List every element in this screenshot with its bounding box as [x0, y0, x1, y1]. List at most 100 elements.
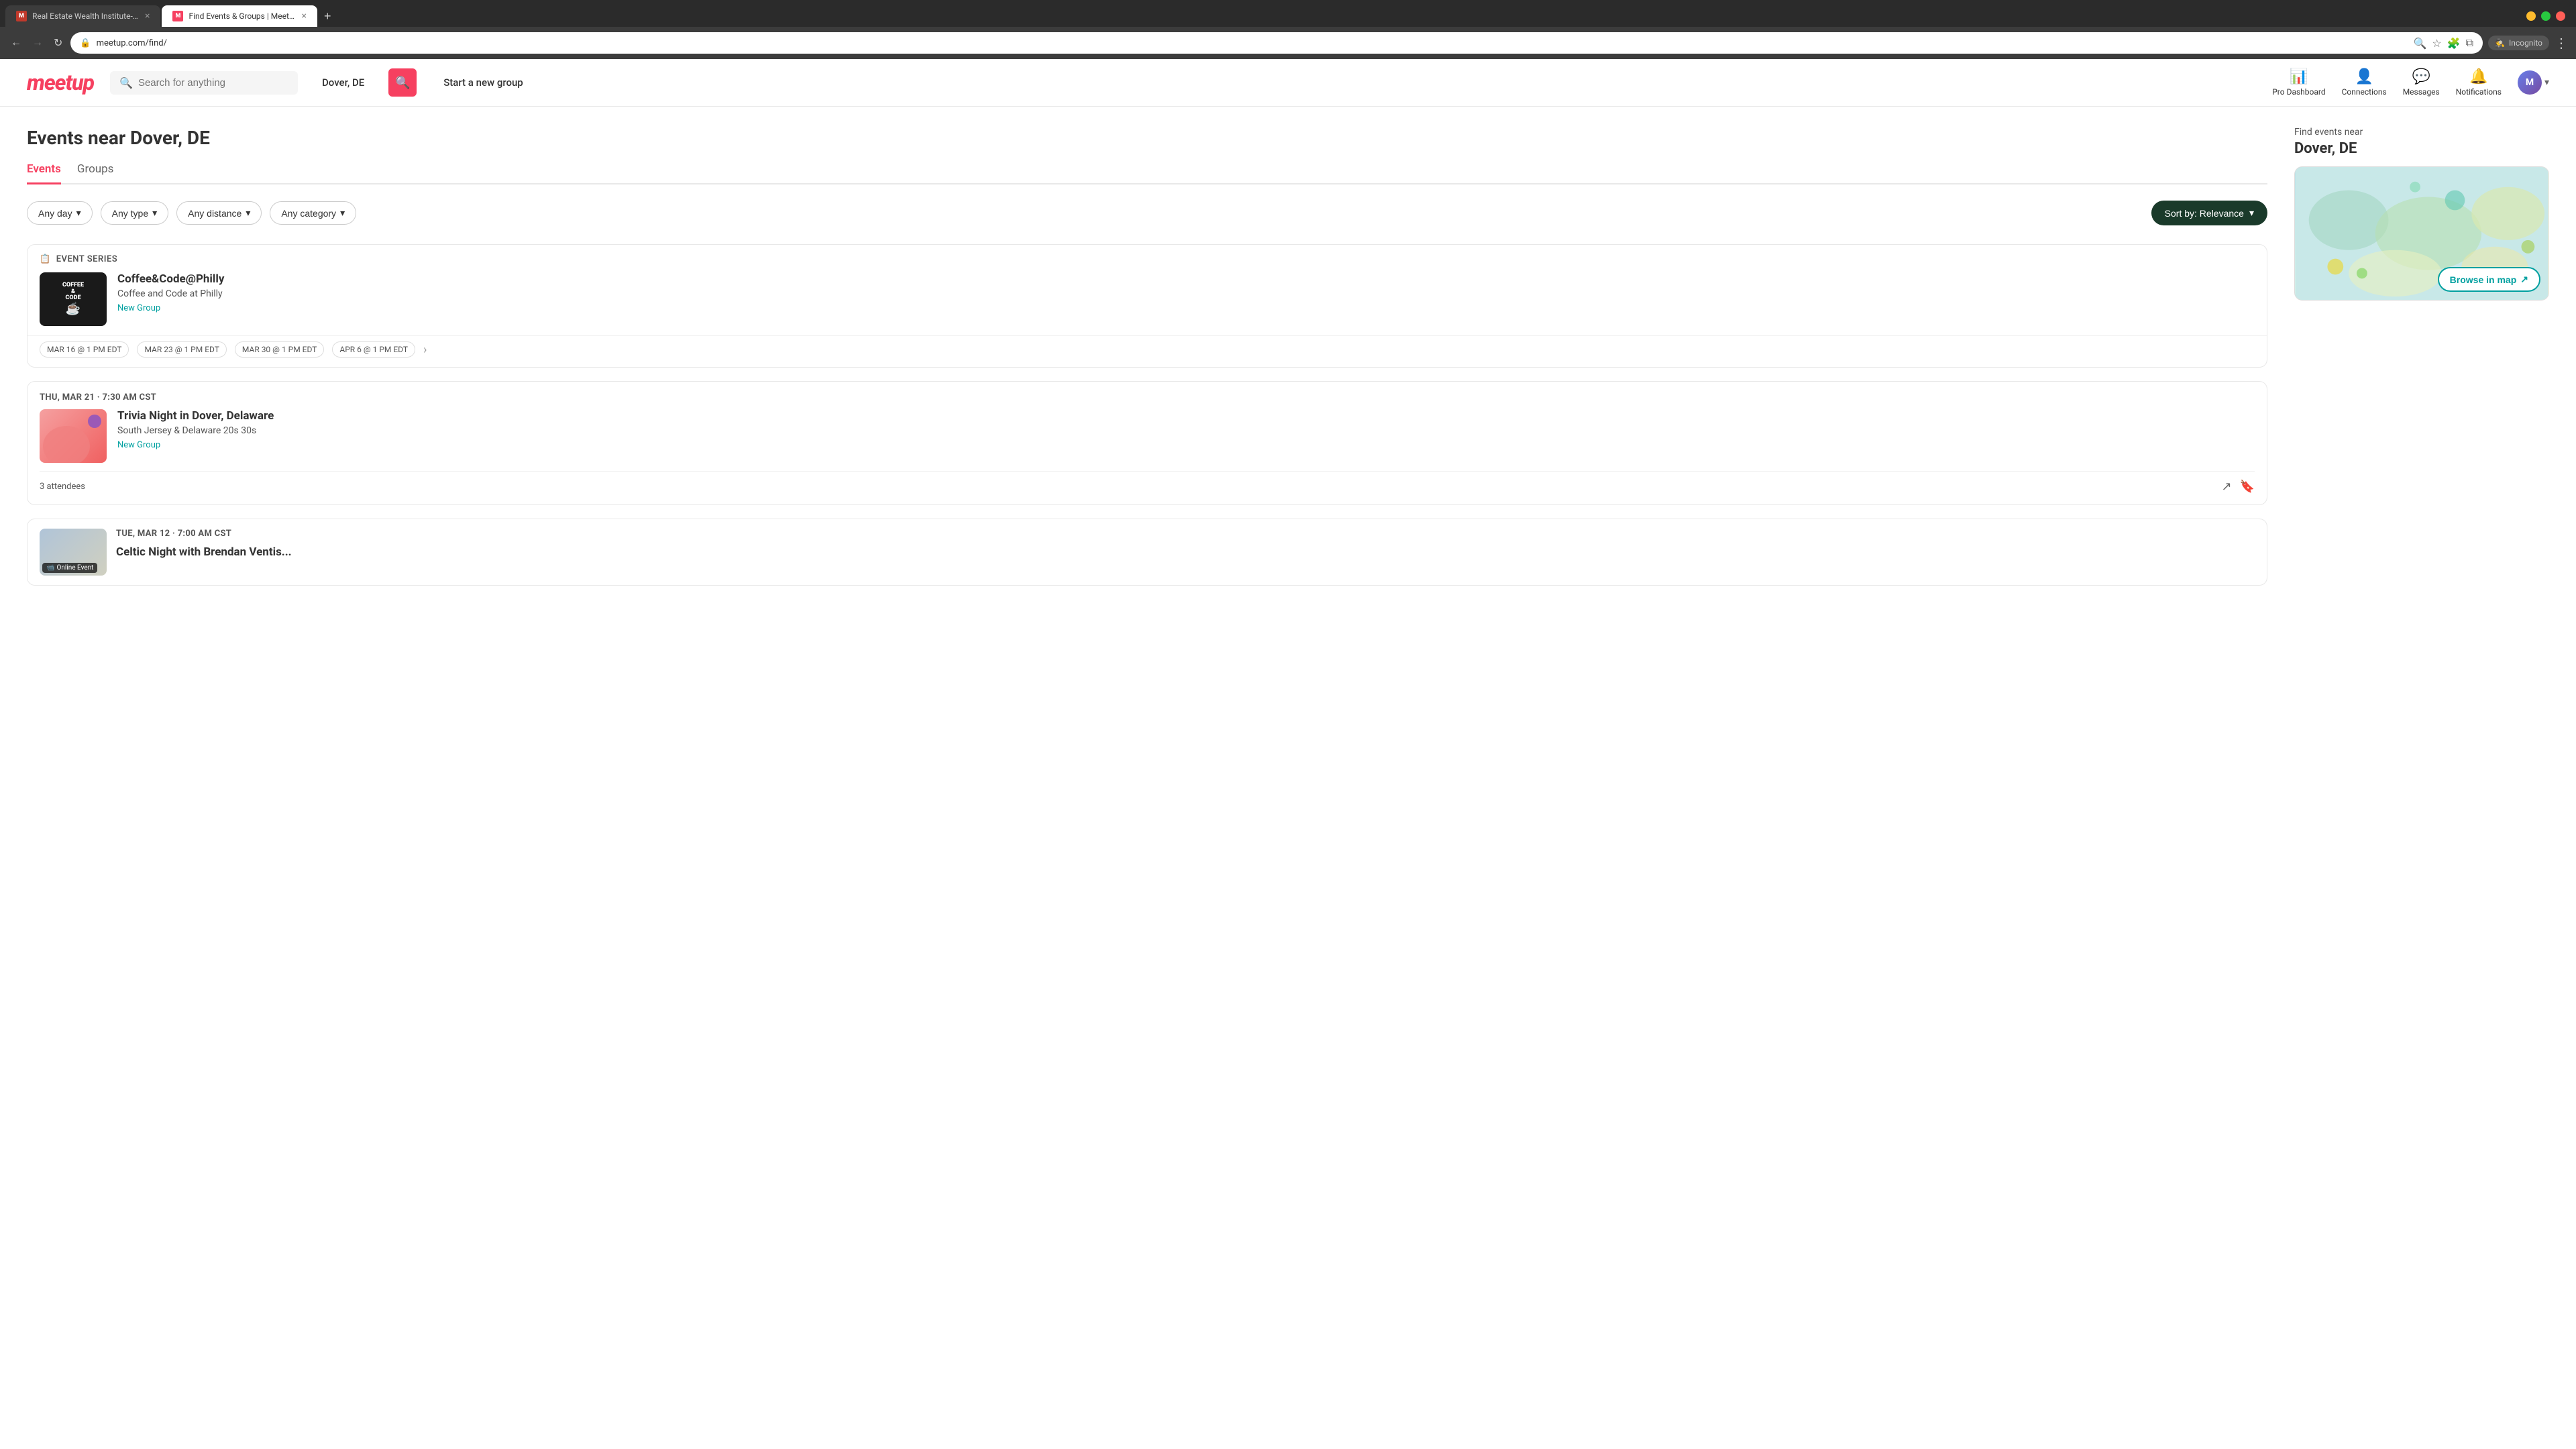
event-img-dot: [88, 415, 101, 428]
event-title-1[interactable]: Coffee&Code@Philly: [117, 272, 2255, 286]
event-main-row: COFFEE&CODE ☕ Coffee&Code@Philly Coffee …: [28, 267, 2267, 335]
close-button[interactable]: [2556, 11, 2565, 21]
maximize-button[interactable]: [2541, 11, 2551, 21]
tab-close-1[interactable]: ×: [145, 11, 150, 21]
forward-button[interactable]: →: [30, 34, 46, 52]
bookmark-icon[interactable]: ☆: [2432, 37, 2441, 50]
extensions-icon[interactable]: 🧩: [2447, 37, 2461, 50]
minimize-button[interactable]: [2526, 11, 2536, 21]
coffee-code-text: COFFEE&CODE: [62, 282, 84, 303]
tab-favicon-1: M: [16, 11, 27, 21]
nav-item-pro-dashboard[interactable]: 📊 Pro Dashboard: [2272, 68, 2325, 97]
filter-type[interactable]: Any type ▾: [101, 201, 169, 225]
event-info-3: TUE, MAR 12 · 7:00 AM CST Celtic Night w…: [116, 529, 2255, 576]
filter-category-chevron-icon: ▾: [340, 207, 345, 219]
incognito-label: Incognito: [2509, 38, 2542, 48]
search-submit-icon: 🔍: [395, 76, 410, 90]
event-title-2[interactable]: Trivia Night in Dover, Delaware: [117, 409, 2255, 423]
filter-type-chevron-icon: ▾: [152, 207, 157, 219]
filter-type-label: Any type: [112, 208, 148, 219]
filters-row: Any day ▾ Any type ▾ Any distance ▾ Any …: [27, 201, 2267, 225]
page-title: Events near Dover, DE: [27, 127, 2267, 149]
search-input[interactable]: [138, 77, 288, 89]
find-near-label: Find events near: [2294, 127, 2549, 138]
search-bar-icon: 🔍: [119, 76, 133, 89]
tab-groups[interactable]: Groups: [77, 162, 114, 184]
map-panel: Find events near Dover, DE: [2294, 127, 2549, 301]
event-group-link-1[interactable]: New Group: [117, 303, 160, 313]
browse-map-label: Browse in map: [2450, 274, 2517, 285]
filter-day[interactable]: Any day ▾: [27, 201, 93, 225]
search-submit-button[interactable]: 🔍: [388, 68, 417, 97]
map-container[interactable]: Browse in map ↗: [2294, 166, 2549, 301]
event-dates-row: MAR 16 @ 1 PM EDT MAR 23 @ 1 PM EDT MAR …: [28, 335, 2267, 367]
date-chip-4[interactable]: APR 6 @ 1 PM EDT: [332, 341, 415, 358]
refresh-button[interactable]: ↻: [51, 34, 65, 52]
multiwindow-icon[interactable]: ⧉: [2466, 36, 2473, 50]
lock-icon: 🔒: [80, 38, 91, 48]
event-date-header-3: TUE, MAR 12 · 7:00 AM CST: [116, 529, 2255, 539]
browse-map-icon: ↗: [2520, 274, 2528, 285]
search-bar[interactable]: 🔍: [110, 71, 298, 95]
browse-in-map-button[interactable]: Browse in map ↗: [2438, 267, 2540, 292]
start-group-link[interactable]: Start a new group: [443, 76, 523, 89]
tab-close-2[interactable]: ×: [301, 11, 306, 21]
filter-category[interactable]: Any category ▾: [270, 201, 356, 225]
filter-day-label: Any day: [38, 208, 72, 219]
tab-active[interactable]: M Find Events & Groups | Meetup ×: [162, 5, 317, 27]
sort-label: Sort by: Relevance: [2165, 208, 2244, 219]
nav-item-notifications[interactable]: 🔔 Notifications: [2456, 68, 2502, 97]
location-text: Dover, DE: [322, 76, 364, 89]
avatar: M: [2518, 70, 2542, 95]
avatar-container[interactable]: M ▾: [2518, 70, 2549, 95]
notifications-label: Notifications: [2456, 87, 2502, 97]
main-content: Events near Dover, DE Events Groups Any …: [0, 107, 2576, 606]
connections-label: Connections: [2342, 87, 2387, 97]
attendees-row: 3 attendees ↗ 🔖: [40, 471, 2255, 494]
meetup-logo[interactable]: meetup: [27, 70, 94, 95]
search-icon[interactable]: 🔍: [2413, 37, 2426, 50]
sort-button[interactable]: Sort by: Relevance ▾: [2151, 201, 2267, 225]
dates-next-icon[interactable]: ›: [423, 343, 427, 357]
incognito-badge: 🕵 Incognito: [2488, 36, 2549, 50]
browser-menu-icon[interactable]: ⋮: [2555, 35, 2568, 51]
back-button[interactable]: ←: [8, 34, 24, 52]
date-chip-3[interactable]: MAR 30 @ 1 PM EDT: [235, 341, 324, 358]
event-group-2: South Jersey & Delaware 20s 30s: [117, 425, 2255, 436]
address-bar[interactable]: 🔒 meetup.com/find/ 🔍 ☆ 🧩 ⧉: [70, 32, 2483, 54]
tab-favicon-2: M: [172, 11, 183, 21]
coffee-icon: ☕: [66, 302, 80, 316]
nav-item-connections[interactable]: 👤 Connections: [2342, 68, 2387, 97]
pro-dashboard-label: Pro Dashboard: [2272, 87, 2325, 97]
nav-item-messages[interactable]: 💬 Messages: [2403, 68, 2440, 97]
window-controls: [2526, 11, 2571, 21]
filter-distance-chevron-icon: ▾: [246, 207, 250, 219]
connections-icon: 👤: [2355, 68, 2373, 85]
site-header: meetup 🔍 Dover, DE 🔍 Start a new group 📊…: [0, 59, 2576, 107]
event-image-3: 📹 Online Event: [40, 529, 107, 576]
share-icon[interactable]: ↗: [2221, 480, 2231, 494]
messages-icon: 💬: [2412, 68, 2430, 85]
date-chip-2[interactable]: MAR 23 @ 1 PM EDT: [137, 341, 226, 358]
content-left: Events near Dover, DE Events Groups Any …: [27, 127, 2267, 586]
filter-distance[interactable]: Any distance ▾: [176, 201, 262, 225]
bookmark-icon[interactable]: 🔖: [2240, 480, 2255, 494]
location-display[interactable]: Dover, DE: [314, 71, 372, 94]
event-series-header: 📋 EVENT SERIES: [28, 245, 2267, 267]
address-bar-row: ← → ↻ 🔒 meetup.com/find/ 🔍 ☆ 🧩 ⧉ 🕵 Incog…: [0, 27, 2576, 59]
date-chip-1[interactable]: MAR 16 @ 1 PM EDT: [40, 341, 129, 358]
tab-bar: M Real Estate Wealth Institute- Ch... × …: [0, 0, 2576, 27]
filter-day-chevron-icon: ▾: [76, 207, 81, 219]
event-date-header-2: THU, MAR 21 · 7:30 AM CST: [40, 392, 2255, 402]
tab-inactive[interactable]: M Real Estate Wealth Institute- Ch... ×: [5, 5, 160, 27]
find-near-location: Dover, DE: [2294, 140, 2549, 157]
event-image-1: COFFEE&CODE ☕: [40, 272, 107, 326]
event-info-1: Coffee&Code@Philly Coffee and Code at Ph…: [117, 272, 2255, 326]
event-group-1: Coffee and Code at Philly: [117, 288, 2255, 299]
event-title-3[interactable]: Celtic Night with Brendan Ventis...: [116, 545, 2255, 559]
notifications-icon: 🔔: [2469, 68, 2487, 85]
new-tab-button[interactable]: +: [319, 7, 337, 26]
tab-events[interactable]: Events: [27, 162, 61, 184]
event-group-link-2[interactable]: New Group: [117, 440, 160, 450]
event-card-2-inner: Trivia Night in Dover, Delaware South Je…: [40, 409, 2255, 463]
